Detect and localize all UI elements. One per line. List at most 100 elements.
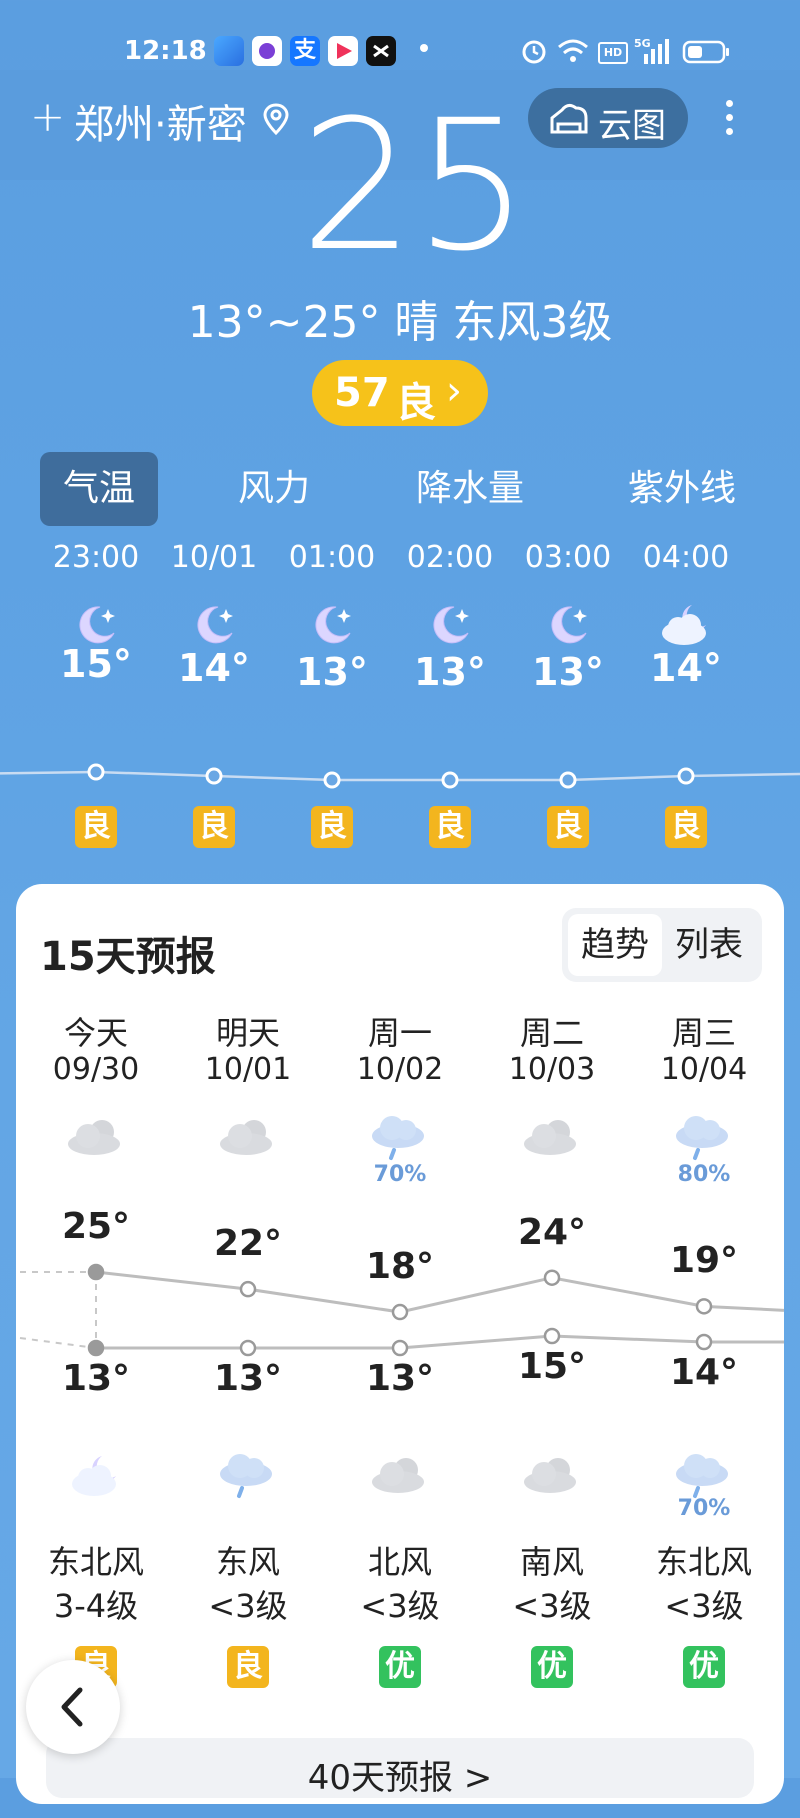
status-time: 12:18 [124, 36, 207, 66]
aqi-badge[interactable]: 57 良 › [312, 360, 488, 426]
list-view-button[interactable]: 列表 [662, 914, 756, 976]
wind-level: <3级 [512, 1587, 592, 1625]
rain-icon [324, 1112, 476, 1162]
notification-dot [420, 44, 428, 52]
forecast-day[interactable]: 周三 10/04 80% 19° 14° 70% 东北风 <3级优 [628, 1008, 780, 1688]
wind-level: <3级 [664, 1587, 744, 1625]
alipay-icon: 支 [290, 36, 320, 66]
forty-day-forecast-button[interactable]: 40天预报 > [46, 1738, 754, 1798]
hourly-temp: 14° [650, 646, 722, 690]
night-precip-chance: 70% [677, 1496, 731, 1521]
hourly-time: 02:00 [406, 540, 494, 575]
day-aqi-badge: 优 [683, 1646, 725, 1688]
hourly-item[interactable]: 23:00 15° 良 [36, 540, 156, 848]
wind-direction: 东北风 [655, 1543, 752, 1581]
cloud-map-label: 云图 [598, 106, 666, 146]
5g-signal-icon: 5G [634, 37, 669, 64]
hourly-temp: 14° [178, 646, 250, 690]
hourly-item[interactable]: 03:00 13° 良 [508, 540, 628, 848]
high-temp-point [87, 1263, 105, 1281]
more-menu-icon[interactable] [726, 100, 734, 142]
wind-direction: 北风 [367, 1543, 432, 1581]
day-aqi-badge: 优 [379, 1646, 421, 1688]
low-temp-point [695, 1333, 713, 1351]
low-temp-point [239, 1339, 257, 1357]
day-name: 周三 [671, 1014, 736, 1052]
cloudy-icon [20, 1112, 172, 1162]
cloudy-icon [476, 1450, 628, 1506]
view-toggle: 趋势 列表 [562, 908, 762, 982]
rain-icon [628, 1112, 780, 1162]
hourly-aqi-badge: 良 [75, 806, 117, 848]
daily-temp-chart [19, 1263, 784, 1357]
hourly-temp: 15° [60, 642, 132, 686]
day-name: 周二 [519, 1014, 584, 1052]
hourly-temp-point [441, 771, 459, 789]
svg-text:5G: 5G [634, 37, 651, 50]
city-name[interactable]: 郑州·新密 [74, 92, 247, 150]
hourly-time: 04:00 [642, 540, 730, 575]
hourly-time: 03:00 [524, 540, 612, 575]
hourly-aqi-badge: 良 [429, 806, 471, 848]
hourly-time: 23:00 [52, 540, 140, 575]
app-purple-icon [252, 36, 282, 66]
day-date: 10/01 [204, 1052, 292, 1087]
hourly-aqi-badge: 良 [193, 806, 235, 848]
day-date: 10/04 [660, 1052, 748, 1087]
forecast-day[interactable]: 今天09/3025°13°东北风3-4级良 [20, 1008, 172, 1688]
capcut-icon [366, 36, 396, 66]
day-name: 周一 [367, 1014, 432, 1052]
forecast-day[interactable]: 明天 10/01 22° 13° 东风 <3级良 [172, 1008, 324, 1688]
hourly-temp-point [323, 771, 341, 789]
wind-direction: 南风 [519, 1543, 584, 1581]
day-precip-chance [20, 1162, 172, 1188]
hourly-aqi-badge: 良 [665, 806, 707, 848]
wind-level: 3-4级 [53, 1587, 139, 1625]
high-temp-point [695, 1298, 713, 1315]
back-button[interactable] [26, 1660, 120, 1754]
tab-wind[interactable]: 风力 [214, 452, 334, 526]
app-redplay-icon [328, 36, 358, 66]
battery-icon [682, 40, 729, 64]
add-city-button[interactable]: + [30, 96, 65, 138]
hourly-item[interactable]: 02:00 13° 良 [390, 540, 510, 848]
day-date: 09/30 [52, 1052, 140, 1087]
cloudy-icon [324, 1450, 476, 1506]
day-precip-chance [476, 1162, 628, 1188]
aqi-level: 良 [396, 380, 436, 426]
low-temp-point [543, 1327, 561, 1345]
light-rain-icon [172, 1450, 324, 1506]
high-temp-point [391, 1303, 409, 1321]
day-precip-chance: 80% [677, 1162, 731, 1187]
today-summary: 13°~25° 晴 东风3级 [187, 297, 613, 348]
hourly-temp: 13° [296, 650, 368, 694]
chevron-left-icon [61, 1687, 83, 1727]
chevron-right-icon: › [446, 368, 462, 414]
hourly-temp-line [0, 763, 800, 789]
current-temperature: 25 [300, 112, 530, 252]
hourly-item[interactable]: 10/01 14° 良 [154, 540, 274, 848]
cloudy-icon [476, 1112, 628, 1162]
cloud-map-button[interactable]: 云图 [528, 88, 688, 148]
hourly-time: 01:00 [288, 540, 376, 575]
day-name: 明天 [215, 1014, 280, 1052]
tab-temperature[interactable]: 气温 [40, 452, 158, 526]
day-aqi-badge: 优 [531, 1646, 573, 1688]
hourly-temp: 13° [414, 650, 486, 694]
high-temp-point [239, 1280, 257, 1298]
hourly-temp: 13° [532, 650, 604, 694]
hourly-temp-point [205, 767, 223, 785]
hourly-temp-point [87, 763, 105, 781]
aqi-value: 57 [334, 370, 390, 416]
low-temp-point [87, 1339, 105, 1357]
wind-direction: 东风 [215, 1543, 280, 1581]
trend-view-button[interactable]: 趋势 [568, 914, 662, 976]
hourly-item[interactable]: 04:00 14° 良 [626, 540, 746, 848]
hourly-item[interactable]: 01:00 13° 良 [272, 540, 392, 848]
forecast-day[interactable]: 周二 10/03 24° 15° 南风 <3级优 [476, 1008, 628, 1688]
tab-uv[interactable]: 紫外线 [612, 452, 752, 526]
hourly-aqi-badge: 良 [547, 806, 589, 848]
tab-precipitation[interactable]: 降水量 [400, 452, 540, 526]
location-pin-icon [263, 103, 289, 136]
forecast-day[interactable]: 周一 10/02 70% 18° 13° 北风 <3级优 [324, 1008, 476, 1688]
